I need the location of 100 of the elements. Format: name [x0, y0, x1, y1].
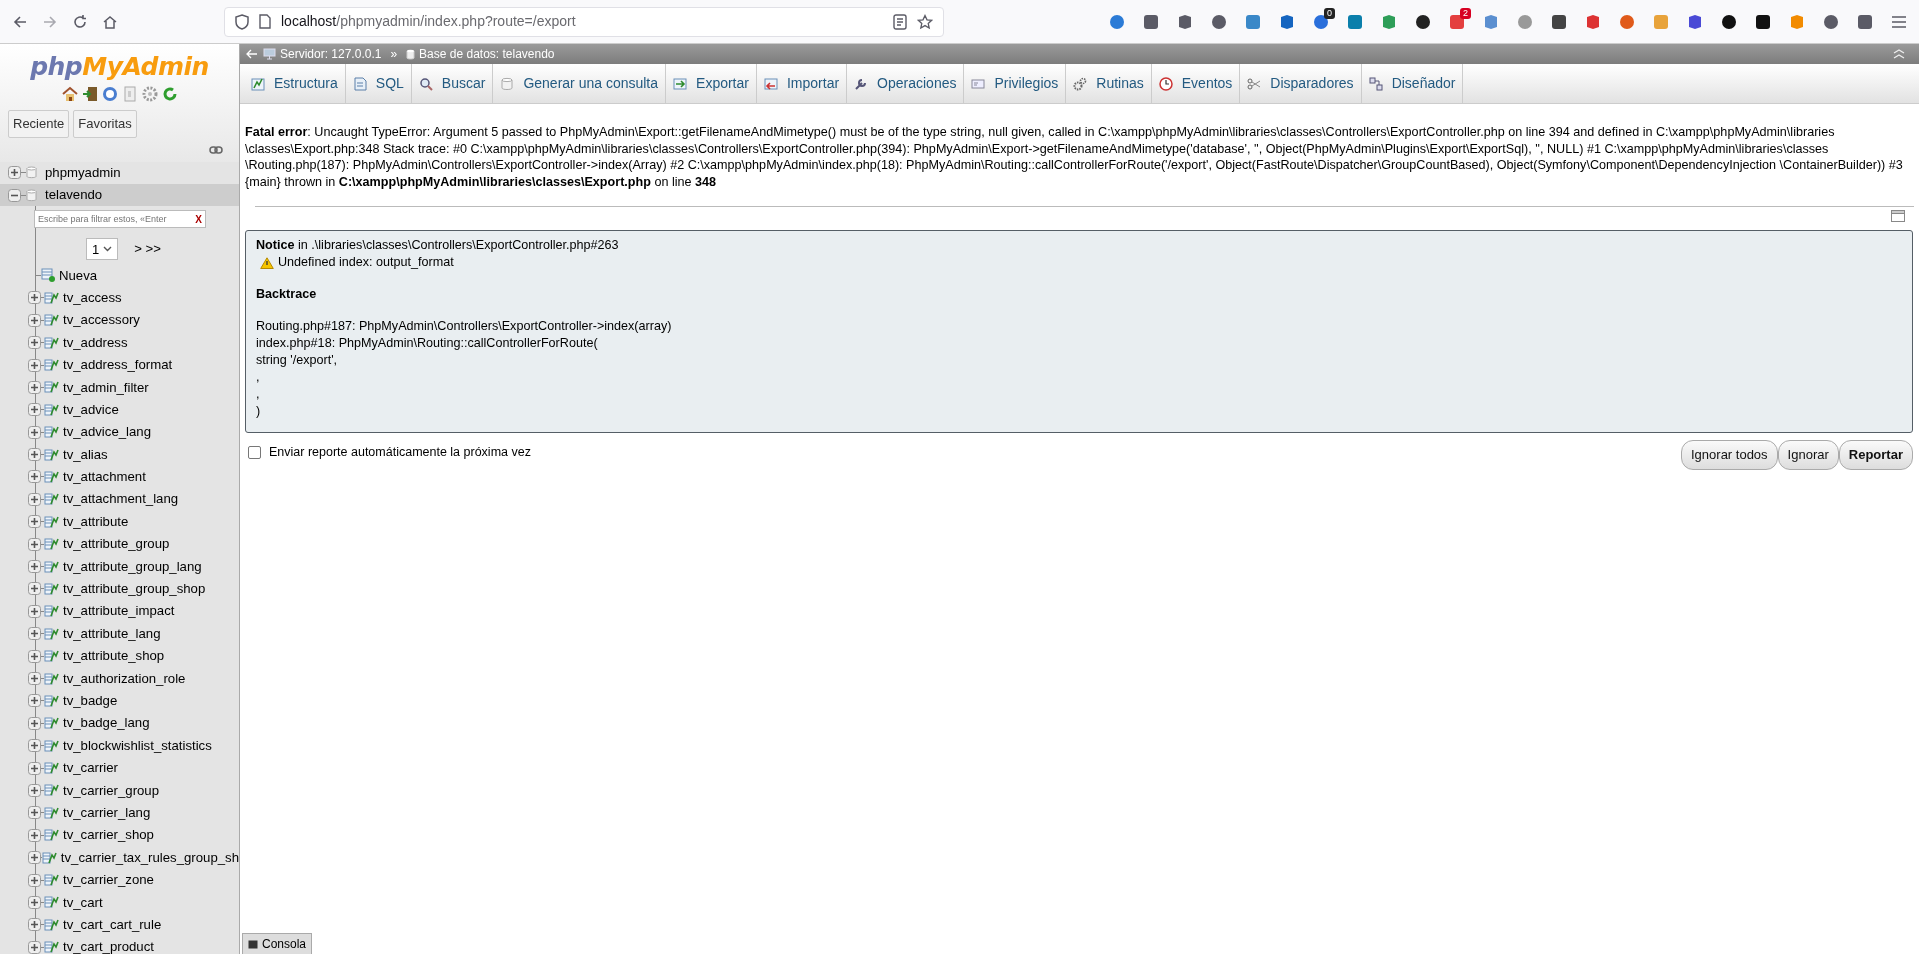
expand-icon[interactable] — [28, 716, 41, 730]
extension-icon[interactable] — [1143, 13, 1159, 30]
table-item[interactable]: tv_attribute — [63, 511, 129, 532]
table-icon[interactable] — [44, 537, 59, 552]
exit-icon[interactable] — [81, 86, 98, 102]
table-item[interactable]: tv_cart_product — [63, 937, 154, 954]
expand-icon[interactable] — [28, 313, 41, 327]
expand-icon[interactable] — [28, 492, 41, 506]
table-icon[interactable] — [44, 693, 59, 708]
expand-icon[interactable] — [28, 851, 41, 865]
table-item[interactable]: tv_admin_filter — [63, 377, 149, 398]
expand-icon[interactable] — [28, 425, 41, 439]
action-button[interactable]: Ignorar — [1777, 440, 1839, 470]
expand-icon[interactable] — [28, 739, 41, 753]
expand-icon[interactable] — [28, 873, 41, 887]
home-icon[interactable] — [61, 86, 78, 102]
note-icon[interactable] — [1891, 210, 1905, 223]
table-item[interactable]: tv_attachment_lang — [63, 489, 179, 510]
table-item[interactable]: tv_attachment — [63, 467, 146, 487]
expand-icon[interactable] — [28, 448, 41, 462]
table-icon[interactable] — [44, 335, 59, 350]
table-icon[interactable] — [44, 425, 59, 440]
table-icon[interactable] — [44, 559, 59, 574]
report-checkbox[interactable] — [248, 446, 261, 460]
database-item[interactable]: phpmyadmin — [0, 161, 239, 184]
expand-icon[interactable] — [28, 403, 41, 417]
expand-icon[interactable] — [28, 291, 41, 305]
console-tab[interactable]: Consola — [242, 933, 313, 954]
table-icon[interactable] — [44, 313, 59, 328]
nav-tab[interactable]: Rutinas — [1066, 64, 1152, 103]
extension-icon[interactable] — [1551, 13, 1567, 30]
collapse-icon[interactable] — [8, 188, 21, 202]
table-icon[interactable] — [44, 716, 59, 731]
extension-icon[interactable] — [1755, 13, 1771, 30]
reload-icon[interactable] — [161, 86, 178, 102]
link-icon[interactable] — [209, 145, 223, 154]
new-table-icon[interactable] — [41, 268, 55, 283]
table-icon[interactable] — [44, 805, 59, 820]
expand-icon[interactable] — [28, 694, 41, 708]
sidebar-button[interactable]: Reciente — [8, 110, 70, 138]
table-item[interactable]: tv_carrier_zone — [63, 870, 154, 890]
sidebar-button[interactable]: Favoritas — [73, 110, 137, 138]
table-icon[interactable] — [44, 380, 59, 395]
table-item[interactable]: tv_blockwishlist_statistics — [63, 735, 212, 756]
expand-icon[interactable] — [28, 828, 41, 842]
expand-icon[interactable] — [28, 918, 41, 932]
table-icon[interactable] — [44, 895, 59, 910]
back-icon[interactable] — [12, 13, 28, 30]
table-icon[interactable] — [44, 581, 59, 596]
extension-icon[interactable] — [1687, 13, 1703, 30]
reload-icon[interactable] — [72, 13, 88, 30]
table-item[interactable]: tv_cart_cart_rule — [63, 914, 162, 935]
expand-icon[interactable] — [28, 470, 41, 484]
extension-icon[interactable] — [1313, 13, 1329, 30]
nav-tab[interactable]: Estructura — [244, 64, 346, 103]
table-icon[interactable] — [44, 761, 59, 776]
expand-icon[interactable] — [28, 560, 41, 574]
help-icon[interactable] — [101, 86, 118, 102]
expand-icon[interactable] — [28, 627, 41, 641]
nav-tab[interactable]: Exportar — [666, 64, 757, 103]
pager-link[interactable]: > >> — [134, 239, 161, 260]
table-item[interactable]: tv_access — [63, 287, 122, 308]
table-icon[interactable] — [44, 873, 59, 887]
table-item[interactable]: tv_address — [63, 332, 128, 353]
nav-tab[interactable]: Buscar — [411, 64, 494, 103]
table-icon[interactable] — [44, 358, 59, 373]
table-item[interactable]: tv_carrier_lang — [63, 802, 151, 823]
table-item[interactable]: tv_attribute_group — [63, 534, 170, 555]
table-item[interactable]: tv_carrier — [63, 758, 118, 778]
table-item[interactable]: tv_attribute_shop — [63, 646, 165, 666]
table-icon[interactable] — [44, 604, 59, 619]
table-item[interactable]: tv_advice — [63, 399, 119, 420]
table-item[interactable]: tv_carrier_tax_rules_group_sh — [60, 847, 239, 868]
table-item[interactable]: tv_attribute_group_shop — [63, 579, 206, 599]
expand-icon[interactable] — [8, 166, 21, 180]
table-icon[interactable] — [44, 917, 59, 932]
expand-icon[interactable] — [28, 515, 41, 529]
expand-icon[interactable] — [28, 604, 41, 618]
table-item[interactable]: tv_attribute_lang — [63, 623, 161, 644]
table-item[interactable]: tv_carrier_shop — [63, 825, 154, 846]
clear-button[interactable]: X — [195, 211, 202, 227]
table-icon[interactable] — [41, 850, 57, 865]
table-icon[interactable] — [44, 738, 59, 753]
action-button[interactable]: Reportar — [1838, 440, 1913, 470]
table-item[interactable]: tv_accessory — [63, 310, 140, 331]
table-icon[interactable] — [44, 783, 59, 798]
table-icon[interactable] — [44, 649, 59, 664]
table-icon[interactable] — [44, 671, 59, 686]
table-icon[interactable] — [44, 514, 59, 529]
table-item[interactable]: tv_badge_lang — [63, 713, 150, 734]
expand-icon[interactable] — [28, 895, 41, 909]
nav-tab[interactable]: SQL — [345, 64, 412, 103]
table-icon[interactable] — [44, 290, 59, 305]
table-item[interactable]: tv_attribute_impact — [63, 601, 175, 622]
expand-icon[interactable] — [28, 582, 41, 596]
nav-tab[interactable]: Eventos — [1151, 64, 1241, 103]
table-item[interactable]: tv_carrier_group — [63, 780, 160, 801]
database-item[interactable]: telavendo — [0, 183, 239, 207]
nav-tab[interactable]: Operaciones — [847, 64, 965, 103]
action-button[interactable]: Ignorar todos — [1681, 440, 1778, 470]
